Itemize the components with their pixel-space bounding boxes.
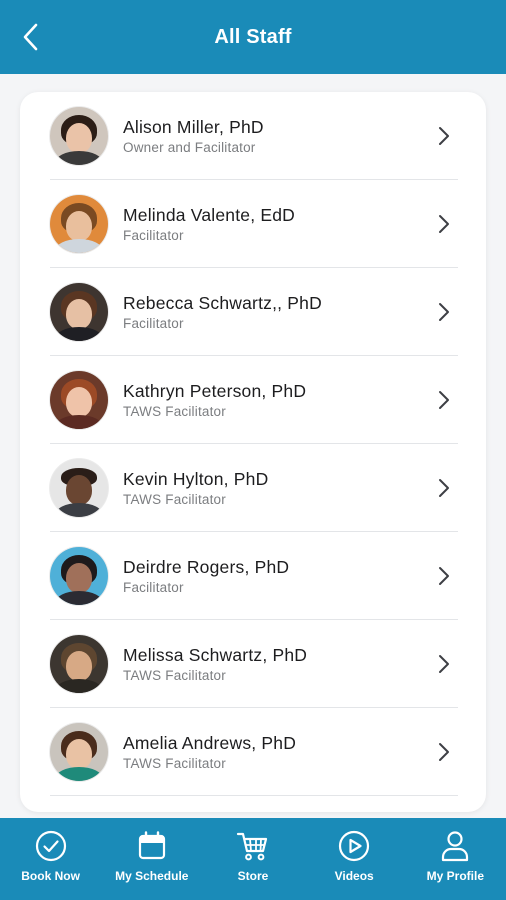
cart-icon <box>236 832 268 861</box>
page-title: All Staff <box>214 25 292 48</box>
staff-list: Alison Miller, PhD Owner and Facilitator… <box>20 92 486 796</box>
tab-videos[interactable]: Videos <box>304 818 405 900</box>
staff-row-amelia-andrews[interactable]: Amelia Andrews, PhD TAWS Facilitator <box>50 708 458 796</box>
bottom-tab-bar: Book Now My Schedule Store Videos My Pro… <box>0 818 506 900</box>
chevron-right-icon <box>434 650 454 678</box>
staff-row-melinda-valente[interactable]: Melinda Valente, EdD Facilitator <box>50 180 458 268</box>
chevron-right-icon <box>434 122 454 150</box>
calendar-icon <box>138 831 165 860</box>
staff-row-alison-miller[interactable]: Alison Miller, PhD Owner and Facilitator <box>50 92 458 180</box>
staff-role: TAWS Facilitator <box>123 668 226 683</box>
staff-row-melissa-schwartz[interactable]: Melissa Schwartz, PhD TAWS Facilitator <box>50 620 458 708</box>
tab-store[interactable]: Store <box>202 818 303 900</box>
chevron-right-icon <box>434 386 454 414</box>
staff-name: Melissa Schwartz, PhD <box>123 645 308 665</box>
avatar <box>50 458 108 517</box>
avatar <box>50 634 108 693</box>
avatar <box>50 370 108 429</box>
chevron-right-icon <box>434 738 454 766</box>
avatar <box>50 106 108 165</box>
tab-my-schedule[interactable]: My Schedule <box>101 818 202 900</box>
staff-role: TAWS Facilitator <box>123 404 226 419</box>
staff-role: Facilitator <box>123 580 184 595</box>
staff-role: Owner and Facilitator <box>123 140 256 155</box>
tab-label: Store <box>237 869 269 883</box>
staff-name: Deirdre Rogers, PhD <box>123 557 290 577</box>
staff-row-kevin-hylton[interactable]: Kevin Hylton, PhD TAWS Facilitator <box>50 444 458 532</box>
staff-role: Facilitator <box>123 228 184 243</box>
staff-role: TAWS Facilitator <box>123 756 226 771</box>
tab-label: Book Now <box>21 869 80 883</box>
staff-role: Facilitator <box>123 316 184 331</box>
avatar <box>50 282 108 341</box>
check-circle-icon <box>35 830 66 862</box>
staff-row-rebecca-schwartz[interactable]: Rebecca Schwartz,, PhD Facilitator <box>50 268 458 356</box>
tab-book-now[interactable]: Book Now <box>0 818 101 900</box>
staff-name: Melinda Valente, EdD <box>123 205 295 225</box>
staff-list-card: Alison Miller, PhD Owner and Facilitator… <box>20 92 486 812</box>
play-circle-icon <box>339 830 370 862</box>
avatar <box>50 546 108 605</box>
app-header: All Staff <box>0 0 506 74</box>
chevron-left-icon <box>23 23 38 51</box>
avatar <box>50 722 108 781</box>
staff-name: Kevin Hylton, PhD <box>123 469 269 489</box>
back-button[interactable] <box>14 19 46 55</box>
tab-label: My Schedule <box>115 869 189 883</box>
chevron-right-icon <box>434 474 454 502</box>
staff-name: Rebecca Schwartz,, PhD <box>123 293 322 313</box>
staff-name: Alison Miller, PhD <box>123 117 264 137</box>
staff-name: Amelia Andrews, PhD <box>123 733 297 753</box>
tab-my-profile[interactable]: My Profile <box>405 818 506 900</box>
staff-name: Kathryn Peterson, PhD <box>123 381 307 401</box>
staff-row-deirdre-rogers[interactable]: Deirdre Rogers, PhD Facilitator <box>50 532 458 620</box>
chevron-right-icon <box>434 210 454 238</box>
tab-label: My Profile <box>426 869 485 883</box>
person-icon <box>442 831 469 862</box>
staff-role: TAWS Facilitator <box>123 492 226 507</box>
chevron-right-icon <box>434 562 454 590</box>
staff-row-kathryn-peterson[interactable]: Kathryn Peterson, PhD TAWS Facilitator <box>50 356 458 444</box>
tab-label: Videos <box>334 869 374 883</box>
chevron-right-icon <box>434 298 454 326</box>
avatar <box>50 194 108 253</box>
